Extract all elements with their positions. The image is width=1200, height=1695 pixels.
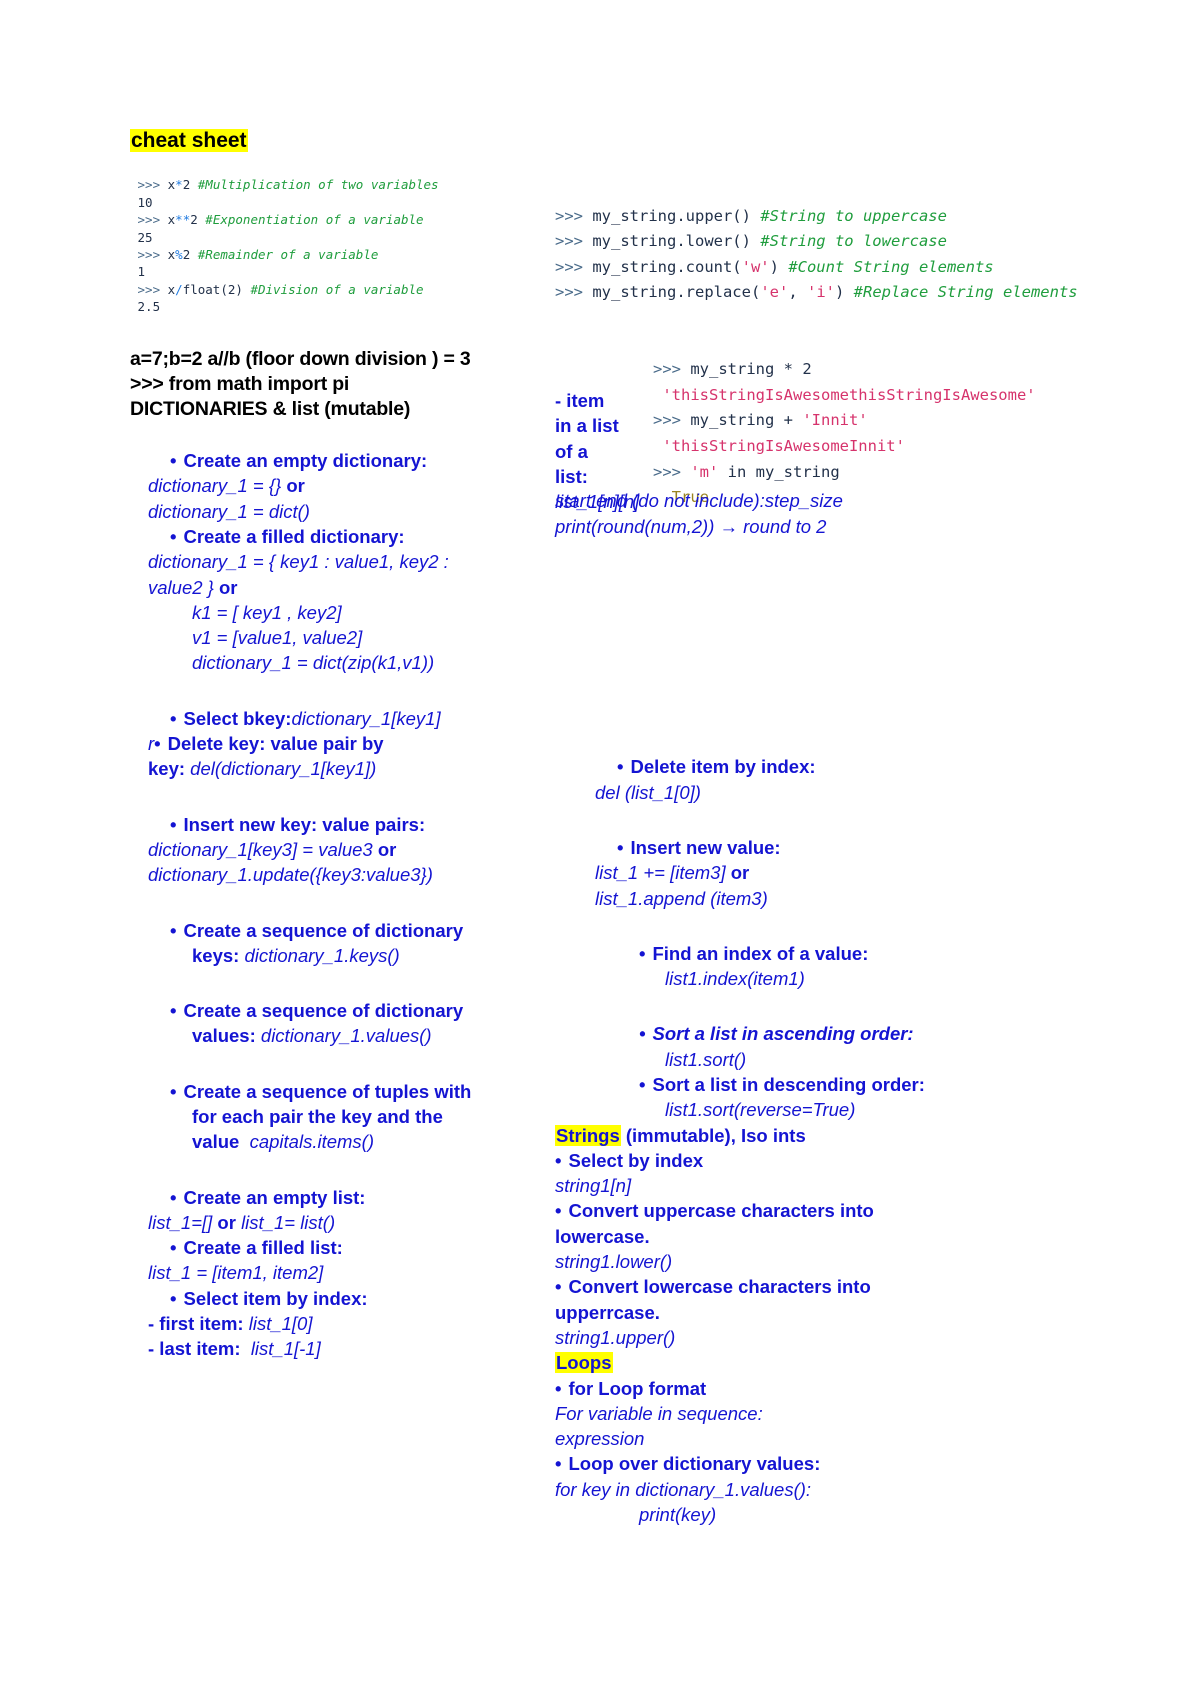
- code-first-item: - first item: list_1[0]: [148, 1313, 313, 1335]
- code-string-lower: string1.lower(): [555, 1251, 673, 1273]
- entry-select-item-by-index: Select item by index:: [130, 1286, 560, 1311]
- code-empty-dict-ctor: dictionary_1 = dict(): [148, 500, 310, 522]
- code-filled-dict-line1: dictionary_1 = { key1 : value1, key2 :: [148, 551, 449, 573]
- entry-create-filled-list: Create a filled list:: [130, 1235, 560, 1260]
- entry-convert-to-lowercase-cont: lowercase.: [555, 1225, 650, 1247]
- code-dict-values: values: dictionary_1.values(): [192, 1025, 432, 1047]
- code-k1-list: k1 = [ key1 , key2]: [192, 601, 342, 623]
- slice-note-line2: print(round(num,2)) → round to 2: [555, 515, 827, 537]
- entry-sequence-of-values: Create a sequence of dictionary: [130, 998, 560, 1023]
- item-note-label: list:: [555, 465, 588, 487]
- entry-convert-to-lowercase: Convert uppercase characters into: [555, 1198, 1095, 1223]
- code-for-loop-line1: For variable in sequence:: [555, 1402, 763, 1424]
- code-empty-dict-literal: dictionary_1 = {} or: [148, 475, 305, 497]
- entry-convert-to-uppercase-cont: upperrcase.: [555, 1301, 660, 1323]
- entry-sequence-of-tuples-cont: for each pair the key and the: [192, 1106, 443, 1127]
- repl-line: >>> x%2 #Remainder of a variable: [137, 247, 379, 263]
- item-note-line2: in a list: [555, 415, 619, 437]
- code-filled-dict-line2: value2 } or: [148, 576, 238, 598]
- repl-line: >>> x*2 #Multiplication of two variables: [137, 177, 439, 193]
- repl-output: 1: [130, 264, 146, 280]
- repl-line: >>> my_string + 'Innit': [653, 411, 868, 430]
- code-empty-list: list_1=[] or list_1= list(): [148, 1211, 336, 1233]
- repl-block-arithmetic: >>> x*2 #Multiplication of two variables…: [130, 159, 560, 333]
- cheat-sheet-page: cheat sheet >>> x*2 #Multiplication of t…: [0, 0, 1200, 1695]
- repl-line: >>> my_string.upper() #String to upperca…: [555, 206, 947, 225]
- page-title: cheat sheet: [130, 128, 560, 154]
- dictionaries-heading: DICTIONARIES & list (mutable): [130, 398, 411, 421]
- entry-select-by-key: Select bkey:dictionary_1[key1]: [130, 706, 560, 731]
- entry-convert-to-uppercase: Convert lowercase characters into: [555, 1274, 1095, 1299]
- entry-insert-new-value: Insert new value:: [555, 835, 1095, 860]
- repl-output: 'thisStringIsAwesomeInnit': [662, 436, 905, 455]
- repl-line: >>> my_string.lower() #String to lowerca…: [555, 232, 947, 251]
- loops-header-highlight: Loops: [555, 1352, 613, 1374]
- code-capitals-items: value capitals.items(): [192, 1131, 374, 1153]
- entry-sort-ascending: Sort a list in ascending order:: [555, 1021, 1095, 1046]
- entry-insert-new-key-value: Insert new key: value pairs:: [130, 812, 560, 837]
- repl-output: 25: [130, 229, 153, 245]
- entry-sequence-of-tuples: Create a sequence of tuples with: [130, 1079, 560, 1104]
- code-loop-print-key: print(key): [639, 1504, 717, 1526]
- page-title-text: cheat sheet: [130, 129, 248, 152]
- slice-note-line1: start:end (do not include):step_size: [555, 490, 843, 511]
- code-for-loop-line2: expression: [555, 1428, 645, 1450]
- code-list-append: list_1.append (item3): [595, 887, 768, 909]
- code-del-list-item: del (list_1[0]): [595, 781, 701, 803]
- entry-sequence-of-keys: Create a sequence of dictionary: [130, 918, 560, 943]
- code-list-plus-equals: list_1 += [item3] or: [595, 862, 750, 884]
- left-column: cheat sheet >>> x*2 #Multiplication of t…: [130, 128, 560, 1362]
- code-dict-zip: dictionary_1 = dict(zip(k1,v1)): [192, 652, 435, 674]
- entry-find-index-of-value: Find an index of a value:: [555, 941, 1095, 966]
- code-list-sort: list1.sort(): [665, 1048, 747, 1070]
- code-v1-list: v1 = [value1, value2]: [192, 627, 363, 649]
- code-string-upper: string1.upper(): [555, 1326, 676, 1348]
- item-note-line3: of a: [555, 440, 588, 462]
- entry-loop-over-dict-values: Loop over dictionary values:: [555, 1451, 1095, 1476]
- code-last-item: - last item: list_1[-1]: [148, 1338, 321, 1360]
- code-list-sort-reverse: list1.sort(reverse=True): [665, 1099, 856, 1121]
- code-loop-dict-values: for key in dictionary_1.values():: [555, 1478, 812, 1500]
- floor-division-note: a=7;b=2 a//b (floor down division ) = 3: [130, 348, 471, 371]
- import-pi-note: >>> from math import pi: [130, 373, 350, 396]
- entry-create-filled-dictionary: Create a filled dictionary:: [130, 524, 560, 549]
- repl-output: 'thisStringIsAwesomethisStringIsAwesome': [662, 385, 1036, 404]
- entry-sort-descending: Sort a list in descending order:: [555, 1072, 1095, 1097]
- repl-block-strings: >>> my_string.upper() #String to upperca…: [555, 178, 1095, 332]
- item-note-line1: - item: [555, 390, 605, 411]
- code-string-index: string1[n]: [555, 1175, 632, 1197]
- loops-section-header: Loops: [555, 1350, 1095, 1375]
- slicing-notes: start:end (do not include):step_size pri…: [555, 488, 1025, 539]
- strings-header-rest: (immutable), Iso ints: [620, 1124, 806, 1146]
- code-list-index: list1.index(item1): [665, 968, 805, 990]
- entry-delete-key-value-pair: rDelete key: value pair by: [130, 731, 560, 756]
- code-insert-key-update: dictionary_1.update({key3:value3}): [148, 864, 433, 886]
- repl-output: 2.5: [130, 299, 161, 315]
- repl-line: >>> x/float(2) #Division of a variable: [137, 281, 424, 297]
- strings-header-highlight: Strings: [555, 1124, 621, 1146]
- entry-select-by-index: Select by index: [555, 1148, 1095, 1173]
- repl-line: >>> x**2 #Exponentiation of a variable: [137, 212, 424, 228]
- right-column: >>> my_string.upper() #String to upperca…: [555, 178, 1095, 1527]
- repl-line: >>> my_string.count('w') #Count String e…: [555, 257, 994, 276]
- entry-create-empty-dictionary: Create an empty dictionary:: [130, 448, 560, 473]
- repl-line: >>> my_string.replace('e', 'i') #Replace…: [555, 283, 1078, 302]
- entry-delete-item-by-index: Delete item by index:: [555, 754, 1095, 779]
- entry-for-loop-format: for Loop format: [555, 1376, 1095, 1401]
- code-insert-key-assign: dictionary_1[key3] = value3 or: [148, 838, 397, 860]
- repl-line: >>> my_string * 2: [653, 360, 812, 379]
- code-dict-keys: keys: dictionary_1.keys(): [192, 944, 400, 966]
- entry-create-empty-list: Create an empty list:: [130, 1185, 560, 1210]
- repl-line: >>> 'm' in my_string: [653, 462, 840, 481]
- code-delete-key: key: del(dictionary_1[key1]): [148, 758, 377, 780]
- strings-section-header: Strings (immutable), Iso ints: [555, 1123, 1095, 1148]
- code-filled-list: list_1 = [item1, item2]: [148, 1262, 324, 1284]
- repl-output: 10: [130, 194, 153, 210]
